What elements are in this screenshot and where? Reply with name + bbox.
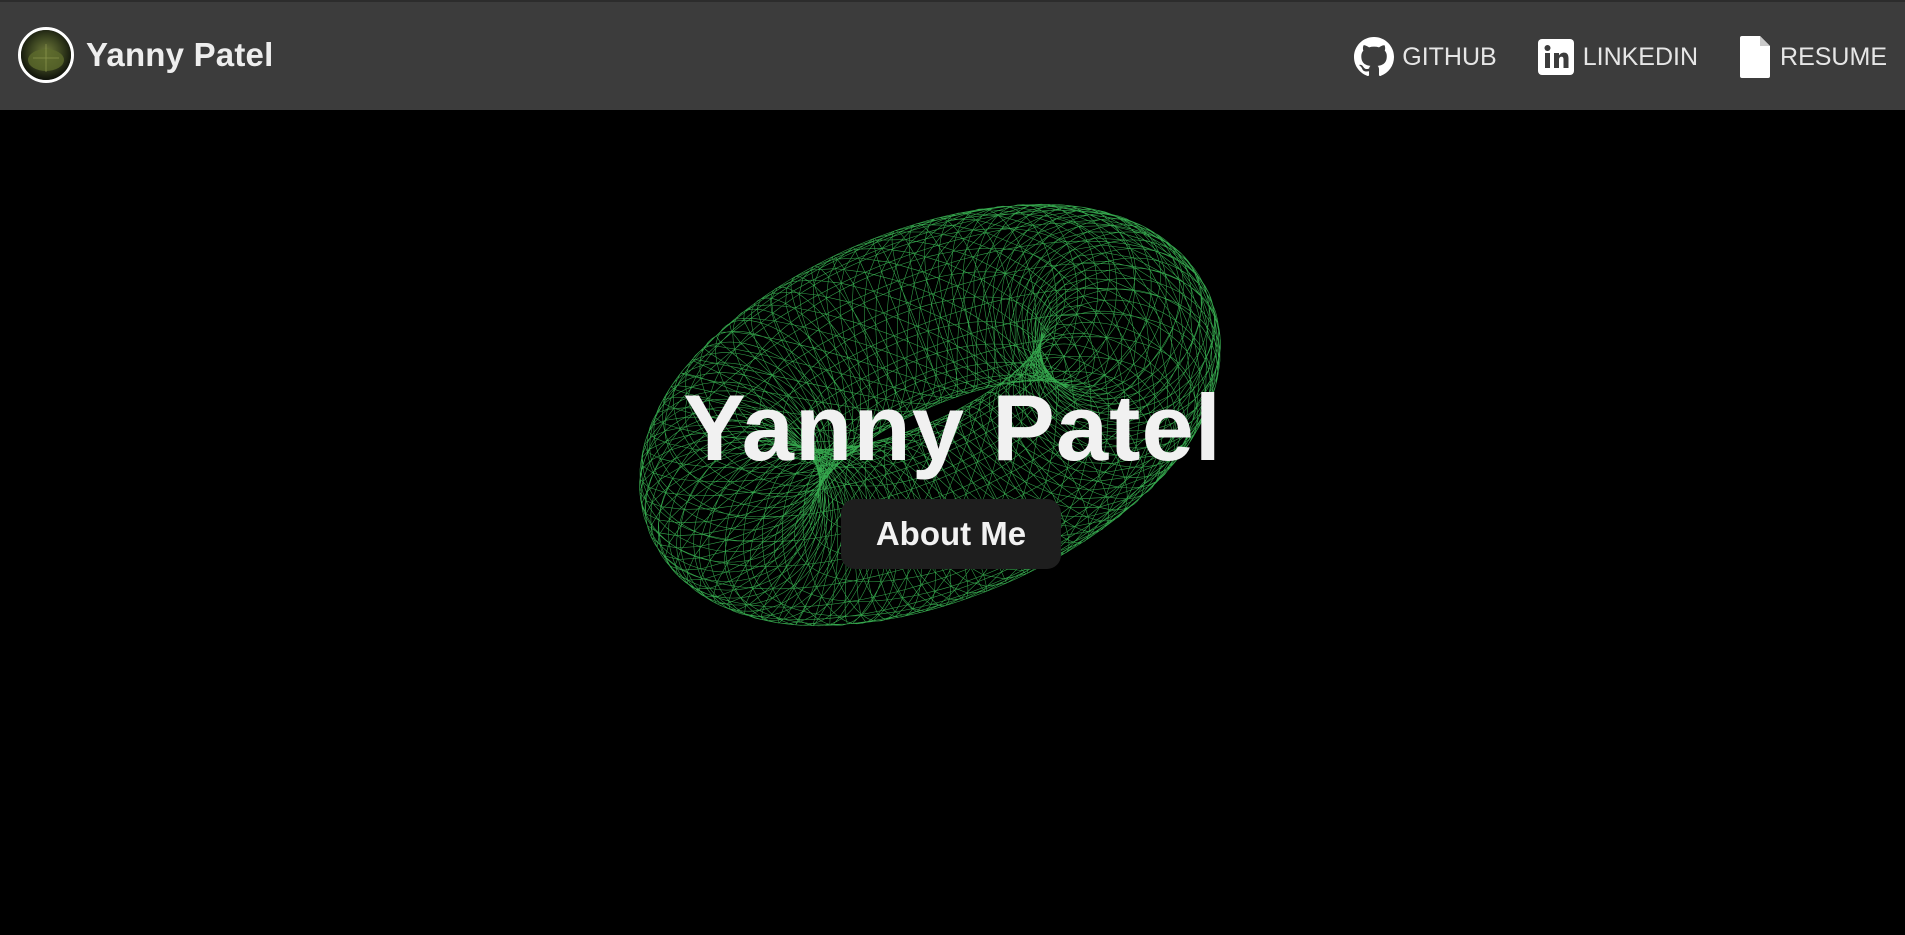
nav-link-github[interactable]: GITHUB: [1354, 37, 1497, 77]
nav-link-linkedin[interactable]: LINKEDIN: [1537, 38, 1698, 76]
nav-link-label: RESUME: [1780, 42, 1887, 71]
navbar: Yanny Patel GITHUB LINKEDIN RESUME: [0, 0, 1905, 110]
avatar: [18, 27, 74, 83]
nav-link-label: GITHUB: [1402, 42, 1497, 71]
brand-name: Yanny Patel: [86, 36, 274, 73]
about-me-button[interactable]: About Me: [841, 499, 1061, 569]
hero-title: Yanny Patel: [683, 375, 1222, 480]
linkedin-icon: [1537, 38, 1575, 76]
document-icon: [1738, 35, 1772, 79]
brand-link[interactable]: Yanny Patel: [18, 24, 273, 86]
hero-stage: Yanny Patel About Me: [0, 110, 1905, 935]
nav-links: GITHUB LINKEDIN RESUME: [1354, 2, 1887, 112]
github-icon: [1354, 37, 1395, 77]
nav-link-label: LINKEDIN: [1582, 42, 1699, 71]
nav-link-resume[interactable]: RESUME: [1738, 35, 1887, 79]
